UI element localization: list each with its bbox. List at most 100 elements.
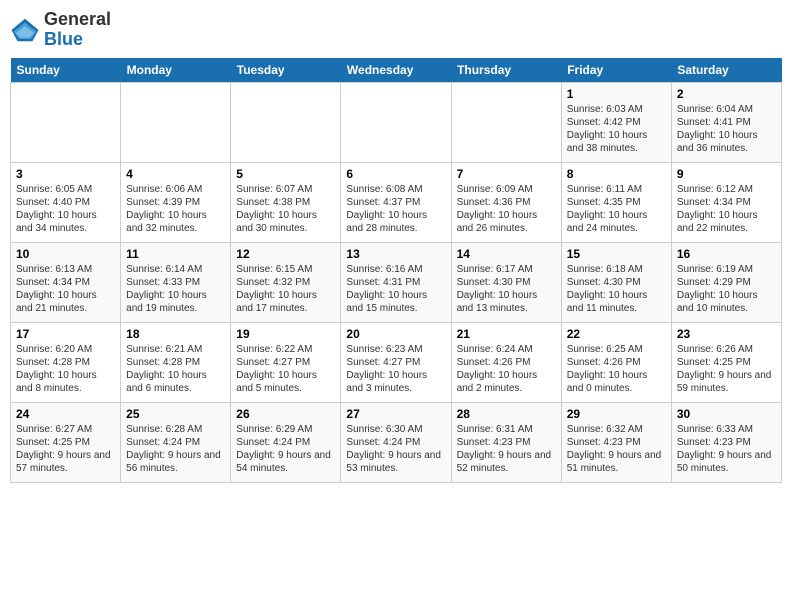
day-info: Sunrise: 6:29 AM Sunset: 4:24 PM Dayligh… — [236, 423, 335, 475]
day-number: 14 — [457, 247, 556, 261]
day-info: Sunrise: 6:20 AM Sunset: 4:28 PM Dayligh… — [16, 343, 115, 395]
calendar-cell — [11, 82, 121, 162]
calendar-day-header: Friday — [561, 58, 671, 83]
calendar-cell: 9 Sunrise: 6:12 AM Sunset: 4:34 PM Daylig… — [671, 162, 781, 242]
calendar-cell: 12Sunrise: 6:15 AM Sunset: 4:32 PM Dayli… — [231, 242, 341, 322]
day-number: 2 — [677, 87, 776, 101]
calendar-body: 1Sunrise: 6:03 AM Sunset: 4:42 PM Daylig… — [11, 82, 782, 482]
day-info: Sunrise: 6:23 AM Sunset: 4:27 PM Dayligh… — [346, 343, 445, 395]
calendar-day-header: Saturday — [671, 58, 781, 83]
logo: General Blue — [10, 10, 111, 50]
calendar-day-header: Thursday — [451, 58, 561, 83]
day-info: Sunrise: 6:21 AM Sunset: 4:28 PM Dayligh… — [126, 343, 225, 395]
day-number: 27 — [346, 407, 445, 421]
day-info: Sunrise: 6:25 AM Sunset: 4:26 PM Dayligh… — [567, 343, 666, 395]
day-info: Sunrise: 6:19 AM Sunset: 4:29 PM Dayligh… — [677, 263, 776, 315]
calendar-cell: 29 Sunrise: 6:32 AM Sunset: 4:23 PM Dayli… — [561, 402, 671, 482]
logo-text: General Blue — [44, 10, 111, 50]
calendar-header-row: SundayMondayTuesdayWednesdayThursdayFrid… — [11, 58, 782, 83]
day-info: Sunrise: 6:26 AM Sunset: 4:25 PM Dayligh… — [677, 343, 776, 395]
day-number: 10 — [16, 247, 115, 261]
day-number: 24 — [16, 407, 115, 421]
day-info: Sunrise: 6:12 AM Sunset: 4:34 PM Dayligh… — [677, 183, 776, 235]
day-number: 29 — [567, 407, 666, 421]
day-number: 3 — [16, 167, 115, 181]
calendar-cell: 26 Sunrise: 6:29 AM Sunset: 4:24 PM Dayli… — [231, 402, 341, 482]
calendar-cell: 18 Sunrise: 6:21 AM Sunset: 4:28 PM Dayli… — [121, 322, 231, 402]
day-number: 18 — [126, 327, 225, 341]
calendar-week-row: 10 Sunrise: 6:13 AM Sunset: 4:34 PM Dayli… — [11, 242, 782, 322]
day-number: 4 — [126, 167, 225, 181]
day-info: Sunrise: 6:30 AM Sunset: 4:24 PM Dayligh… — [346, 423, 445, 475]
day-info: Sunrise: 6:14 AM Sunset: 4:33 PM Dayligh… — [126, 263, 225, 315]
calendar-cell: 24 Sunrise: 6:27 AM Sunset: 4:25 PM Dayli… — [11, 402, 121, 482]
day-info: Sunrise: 6:05 AM Sunset: 4:40 PM Dayligh… — [16, 183, 115, 235]
calendar-cell: 6 Sunrise: 6:08 AM Sunset: 4:37 PM Daylig… — [341, 162, 451, 242]
day-number: 15 — [567, 247, 666, 261]
calendar-day-header: Wednesday — [341, 58, 451, 83]
day-info: Sunrise: 6:27 AM Sunset: 4:25 PM Dayligh… — [16, 423, 115, 475]
day-number: 26 — [236, 407, 335, 421]
calendar-cell — [341, 82, 451, 162]
day-info: Sunrise: 6:08 AM Sunset: 4:37 PM Dayligh… — [346, 183, 445, 235]
calendar-cell: 11Sunrise: 6:14 AM Sunset: 4:33 PM Dayli… — [121, 242, 231, 322]
calendar-week-row: 3 Sunrise: 6:05 AM Sunset: 4:40 PM Daylig… — [11, 162, 782, 242]
calendar-day-header: Monday — [121, 58, 231, 83]
day-info: Sunrise: 6:03 AM Sunset: 4:42 PM Dayligh… — [567, 103, 666, 155]
page-header: General Blue — [10, 10, 782, 50]
day-info: Sunrise: 6:31 AM Sunset: 4:23 PM Dayligh… — [457, 423, 556, 475]
day-number: 19 — [236, 327, 335, 341]
calendar-cell: 14 Sunrise: 6:17 AM Sunset: 4:30 PM Dayli… — [451, 242, 561, 322]
day-number: 12 — [236, 247, 335, 261]
calendar-cell: 25Sunrise: 6:28 AM Sunset: 4:24 PM Dayli… — [121, 402, 231, 482]
day-number: 28 — [457, 407, 556, 421]
calendar-cell: 5 Sunrise: 6:07 AM Sunset: 4:38 PM Daylig… — [231, 162, 341, 242]
day-number: 9 — [677, 167, 776, 181]
calendar-cell: 27 Sunrise: 6:30 AM Sunset: 4:24 PM Dayli… — [341, 402, 451, 482]
day-info: Sunrise: 6:33 AM Sunset: 4:23 PM Dayligh… — [677, 423, 776, 475]
day-info: Sunrise: 6:18 AM Sunset: 4:30 PM Dayligh… — [567, 263, 666, 315]
calendar-cell — [451, 82, 561, 162]
calendar-cell: 28 Sunrise: 6:31 AM Sunset: 4:23 PM Dayli… — [451, 402, 561, 482]
day-info: Sunrise: 6:17 AM Sunset: 4:30 PM Dayligh… — [457, 263, 556, 315]
day-number: 30 — [677, 407, 776, 421]
calendar-cell: 19 Sunrise: 6:22 AM Sunset: 4:27 PM Dayli… — [231, 322, 341, 402]
calendar-cell: 8 Sunrise: 6:11 AM Sunset: 4:35 PM Daylig… — [561, 162, 671, 242]
calendar-week-row: 24 Sunrise: 6:27 AM Sunset: 4:25 PM Dayli… — [11, 402, 782, 482]
day-number: 8 — [567, 167, 666, 181]
calendar-cell: 20 Sunrise: 6:23 AM Sunset: 4:27 PM Dayli… — [341, 322, 451, 402]
day-number: 5 — [236, 167, 335, 181]
calendar-cell: 7 Sunrise: 6:09 AM Sunset: 4:36 PM Daylig… — [451, 162, 561, 242]
calendar-cell — [231, 82, 341, 162]
calendar-week-row: 1Sunrise: 6:03 AM Sunset: 4:42 PM Daylig… — [11, 82, 782, 162]
day-info: Sunrise: 6:24 AM Sunset: 4:26 PM Dayligh… — [457, 343, 556, 395]
day-number: 16 — [677, 247, 776, 261]
day-number: 23 — [677, 327, 776, 341]
day-number: 7 — [457, 167, 556, 181]
day-info: Sunrise: 6:09 AM Sunset: 4:36 PM Dayligh… — [457, 183, 556, 235]
day-info: Sunrise: 6:13 AM Sunset: 4:34 PM Dayligh… — [16, 263, 115, 315]
calendar-cell: 30 Sunrise: 6:33 AM Sunset: 4:23 PM Dayli… — [671, 402, 781, 482]
day-info: Sunrise: 6:07 AM Sunset: 4:38 PM Dayligh… — [236, 183, 335, 235]
day-info: Sunrise: 6:22 AM Sunset: 4:27 PM Dayligh… — [236, 343, 335, 395]
day-info: Sunrise: 6:28 AM Sunset: 4:24 PM Dayligh… — [126, 423, 225, 475]
day-number: 17 — [16, 327, 115, 341]
day-info: Sunrise: 6:11 AM Sunset: 4:35 PM Dayligh… — [567, 183, 666, 235]
calendar-week-row: 17 Sunrise: 6:20 AM Sunset: 4:28 PM Dayli… — [11, 322, 782, 402]
calendar-day-header: Sunday — [11, 58, 121, 83]
day-info: Sunrise: 6:16 AM Sunset: 4:31 PM Dayligh… — [346, 263, 445, 315]
day-info: Sunrise: 6:32 AM Sunset: 4:23 PM Dayligh… — [567, 423, 666, 475]
day-number: 13 — [346, 247, 445, 261]
day-info: Sunrise: 6:06 AM Sunset: 4:39 PM Dayligh… — [126, 183, 225, 235]
calendar-cell: 13 Sunrise: 6:16 AM Sunset: 4:31 PM Dayli… — [341, 242, 451, 322]
day-number: 22 — [567, 327, 666, 341]
calendar-day-header: Tuesday — [231, 58, 341, 83]
calendar-cell: 10 Sunrise: 6:13 AM Sunset: 4:34 PM Dayli… — [11, 242, 121, 322]
day-info: Sunrise: 6:04 AM Sunset: 4:41 PM Dayligh… — [677, 103, 776, 155]
calendar-cell: 2 Sunrise: 6:04 AM Sunset: 4:41 PM Daylig… — [671, 82, 781, 162]
calendar-cell: 15 Sunrise: 6:18 AM Sunset: 4:30 PM Dayli… — [561, 242, 671, 322]
day-number: 6 — [346, 167, 445, 181]
calendar-table: SundayMondayTuesdayWednesdayThursdayFrid… — [10, 58, 782, 483]
day-number: 20 — [346, 327, 445, 341]
calendar-cell: 23 Sunrise: 6:26 AM Sunset: 4:25 PM Dayli… — [671, 322, 781, 402]
